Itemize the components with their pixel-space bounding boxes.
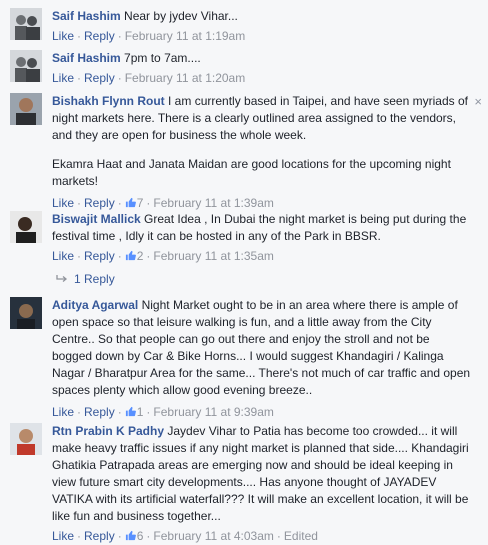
like-count[interactable]: 7 bbox=[125, 196, 143, 210]
comment-author[interactable]: Rtn Prabin K Padhy bbox=[52, 424, 164, 438]
comment-actions: Like · Reply · 6 · February 11 at 4:03am · Edite… bbox=[52, 529, 318, 543]
comment-author[interactable]: Biswajit Mallick bbox=[52, 212, 141, 226]
reply-link[interactable]: Reply bbox=[84, 196, 115, 210]
like-link[interactable]: Like bbox=[52, 29, 74, 43]
comment-timestamp[interactable]: February 11 at 1:39am bbox=[153, 196, 274, 210]
comment-text: Ekamra Haat and Janata Maidan are good l… bbox=[52, 157, 451, 188]
like-count[interactable]: 2 bbox=[125, 249, 143, 263]
comment-author[interactable]: Saif Hashim bbox=[52, 9, 121, 23]
reply-link[interactable]: Reply bbox=[84, 249, 115, 263]
comment-author[interactable]: Aditya Agarwal bbox=[52, 298, 138, 312]
avatar[interactable] bbox=[10, 297, 42, 329]
comment: Rtn Prabin K Padhy Jaydev Vihar to Patia… bbox=[10, 423, 474, 543]
reply-link[interactable]: Reply bbox=[84, 29, 115, 43]
thumbs-up-icon bbox=[125, 197, 136, 208]
like-link[interactable]: Like bbox=[52, 249, 74, 263]
comment-timestamp[interactable]: February 11 at 1:19am bbox=[125, 29, 246, 43]
like-count[interactable]: 1 bbox=[125, 405, 143, 419]
like-link[interactable]: Like bbox=[52, 196, 74, 210]
like-link[interactable]: Like bbox=[52, 529, 74, 543]
comment-actions: Like · Reply · February 11 at 1:19am bbox=[52, 29, 246, 43]
avatar[interactable] bbox=[10, 8, 42, 40]
like-count[interactable]: 6 bbox=[125, 529, 143, 543]
comment-timestamp[interactable]: February 11 at 1:35am bbox=[153, 249, 274, 263]
comment-actions: Like · Reply · February 11 at 1:20am bbox=[52, 71, 246, 85]
comment-timestamp[interactable]: February 11 at 4:03am bbox=[153, 529, 274, 543]
comment-author[interactable]: Saif Hashim bbox=[52, 51, 121, 65]
edited-label[interactable]: Edited bbox=[284, 529, 318, 543]
replies-count[interactable]: 1 Reply bbox=[74, 272, 115, 286]
comment-text: 7pm to 7am.... bbox=[124, 51, 201, 65]
comment-actions: Like · Reply · 2 · February 11 at 1:35am bbox=[52, 249, 274, 263]
avatar[interactable] bbox=[10, 423, 42, 455]
comment-text: Jaydev Vihar to Patia has become too cro… bbox=[52, 424, 469, 523]
comment-text: Near by jydev Vihar... bbox=[124, 9, 238, 23]
thumbs-up-icon bbox=[125, 406, 136, 417]
comment-author[interactable]: Bishakh Flynn Rout bbox=[52, 94, 165, 108]
reply-link[interactable]: Reply bbox=[84, 529, 115, 543]
comment-actions: Like · Reply · 7 · February 11 at 1:39am bbox=[52, 196, 274, 210]
like-link[interactable]: Like bbox=[52, 405, 74, 419]
comment: Biswajit Mallick Great Idea , In Dubai t… bbox=[10, 211, 474, 265]
comment: Bishakh Flynn Rout I am currently based … bbox=[10, 93, 474, 210]
comment-text: Night Market ought to be in an area wher… bbox=[52, 298, 471, 397]
avatar[interactable] bbox=[10, 93, 42, 125]
reply-link[interactable]: Reply bbox=[84, 71, 115, 85]
like-link[interactable]: Like bbox=[52, 71, 74, 85]
comment-timestamp[interactable]: February 11 at 1:20am bbox=[125, 71, 246, 85]
comment: Aditya Agarwal Night Market ought to be … bbox=[10, 297, 474, 419]
reply-arrow-icon bbox=[56, 275, 68, 282]
thumbs-up-icon bbox=[125, 250, 136, 261]
thumbs-up-icon bbox=[125, 530, 136, 541]
close-icon[interactable]: × bbox=[474, 94, 482, 109]
comment: Saif Hashim Near by jydev Vihar... Like ·… bbox=[10, 8, 474, 44]
avatar[interactable] bbox=[10, 50, 42, 82]
comment: Saif Hashim 7pm to 7am.... Like · Reply · Fe… bbox=[10, 50, 474, 86]
view-replies-link[interactable]: 1 Reply bbox=[56, 272, 115, 286]
comment-timestamp[interactable]: February 11 at 9:39am bbox=[153, 405, 274, 419]
comment-actions: Like · Reply · 1 · February 11 at 9:39am bbox=[52, 405, 274, 419]
reply-link[interactable]: Reply bbox=[84, 405, 115, 419]
avatar[interactable] bbox=[10, 211, 42, 243]
